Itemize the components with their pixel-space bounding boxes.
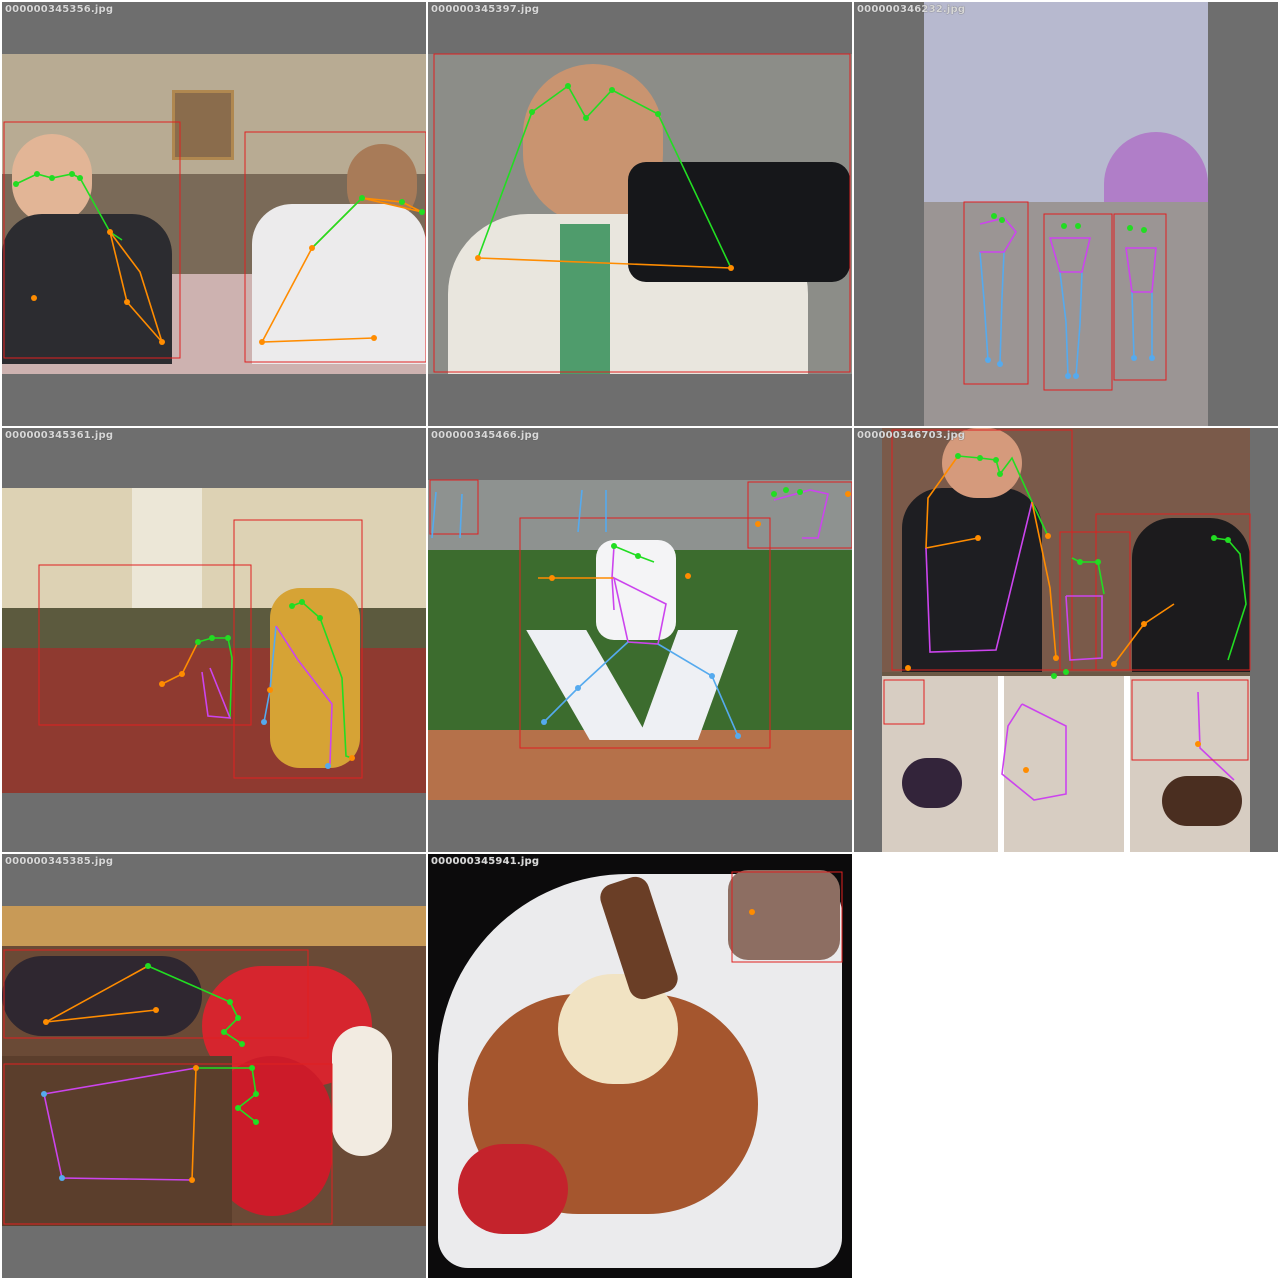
pose-overlay [963, 201, 1167, 391]
image-tile[interactable]: 000000346703.jpg [854, 428, 1278, 852]
image-filename: 000000345466.jpg [431, 430, 540, 441]
pose-overlay [731, 871, 843, 963]
image-tile[interactable]: 000000345385.jpg [2, 854, 426, 1278]
image-filename: 000000346232.jpg [857, 4, 966, 15]
image-filename: 000000346703.jpg [857, 430, 966, 441]
pose-overlay [3, 949, 333, 1225]
image-filename: 000000345397.jpg [431, 4, 540, 15]
pose-overlay [429, 479, 852, 749]
pose-overlay [883, 429, 1251, 801]
image-filename: 000000345941.jpg [431, 856, 540, 867]
image-filename: 000000345356.jpg [5, 4, 114, 15]
pose-overlay [3, 121, 426, 363]
image-filename: 000000345385.jpg [5, 856, 114, 867]
image-tile[interactable]: 000000345466.jpg [428, 428, 852, 852]
image-tile[interactable]: 000000345361.jpg [2, 428, 426, 852]
pose-overlay [433, 53, 851, 373]
pose-overlay [38, 519, 363, 779]
image-tile[interactable]: 000000346232.jpg [854, 2, 1278, 426]
image-filename: 000000345361.jpg [5, 430, 114, 441]
image-tile[interactable]: 000000345397.jpg [428, 2, 852, 426]
image-tile[interactable]: 000000345356.jpg [2, 2, 426, 426]
image-tile[interactable]: 000000345941.jpg [428, 854, 852, 1278]
